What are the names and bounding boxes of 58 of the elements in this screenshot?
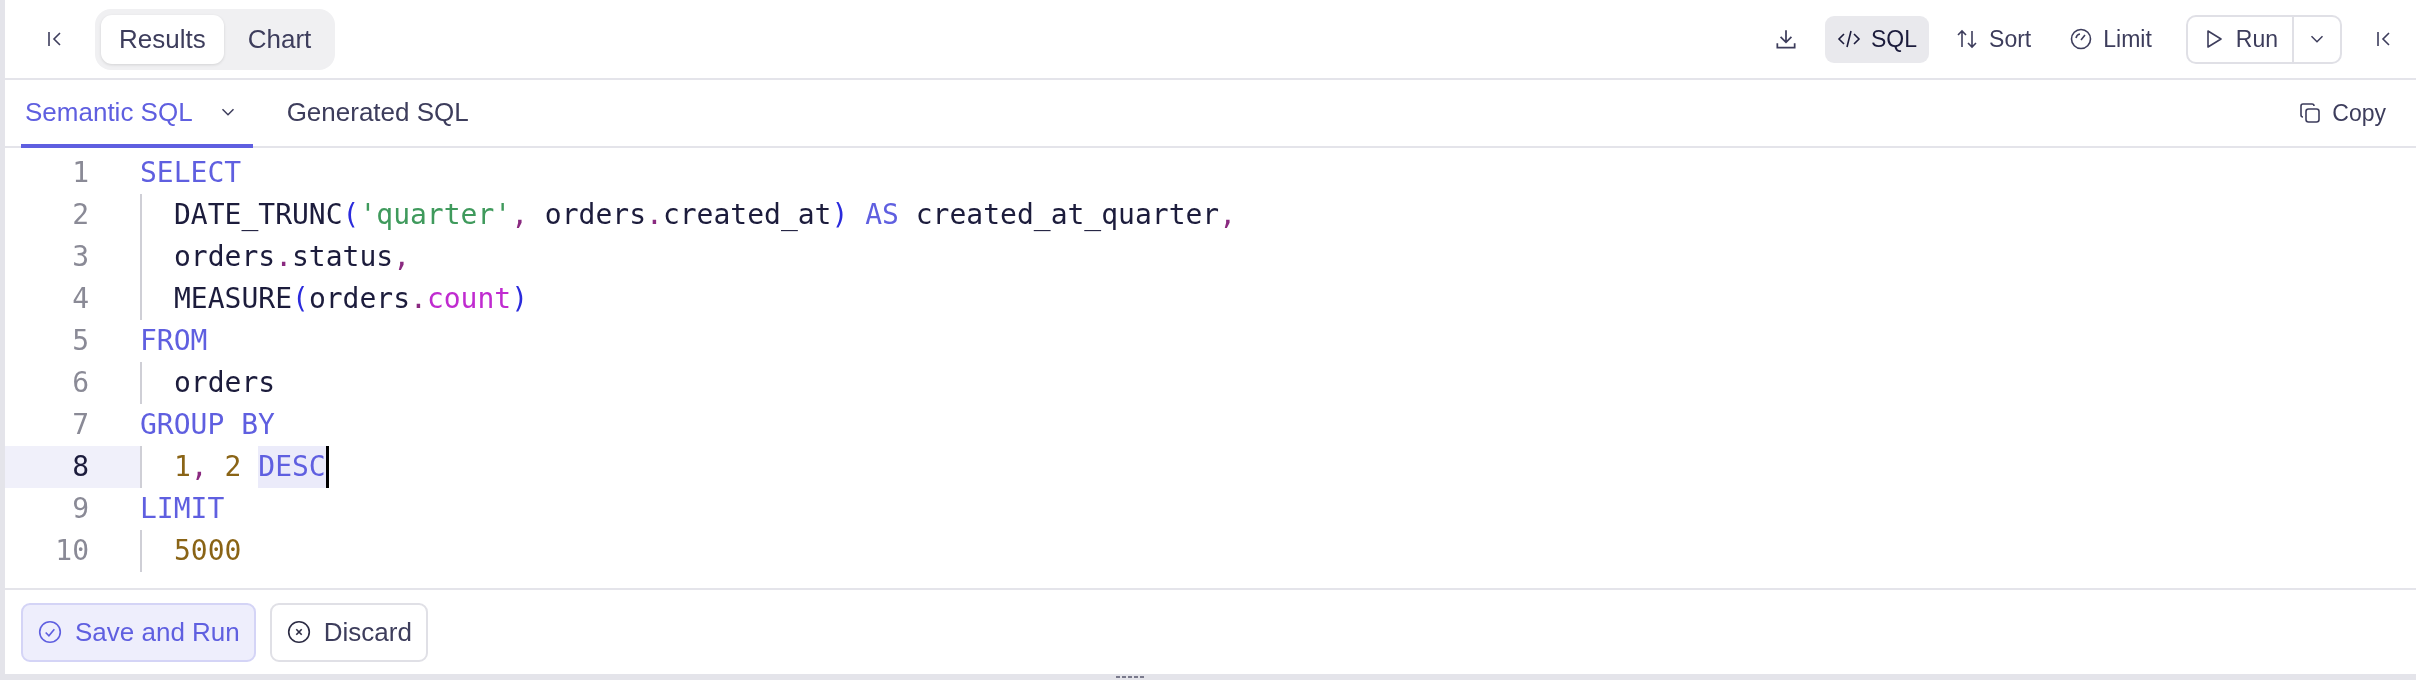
line-number: 10 [54, 533, 90, 569]
line-number: 9 [71, 491, 90, 527]
code-token: , [190, 449, 208, 485]
save-button[interactable]: Save and Run [21, 602, 256, 662]
line-number: 1 [71, 155, 90, 191]
code-token: orders [308, 281, 411, 317]
code-token: DATE_TRUNC [174, 197, 343, 233]
code-token: . [275, 239, 292, 275]
close-circle-icon [285, 619, 312, 645]
code-token: orders [174, 239, 276, 275]
discard-button[interactable]: Discard [269, 602, 428, 662]
code-token: FROM [140, 323, 208, 359]
line-number: 6 [71, 365, 90, 401]
line-number: 8 [5, 446, 140, 488]
code-token: status [292, 239, 394, 275]
line-number: 7 [71, 407, 90, 443]
code-token: 1 [174, 449, 191, 485]
code-token: created_at [662, 197, 832, 233]
line-number: 2 [71, 197, 90, 233]
code-token: orders [174, 365, 276, 401]
code-token: GROUP BY [140, 407, 275, 443]
run-button[interactable]: Run [2187, 16, 2294, 62]
code-token: ) [511, 281, 529, 317]
line-number: 4 [71, 281, 90, 317]
code-token: orders [543, 197, 647, 233]
line-number: 5 [71, 323, 90, 359]
view-tab[interactable]: Results [101, 14, 224, 64]
code-token: , [511, 197, 528, 233]
line-number: 3 [71, 239, 90, 275]
code-token: 5000 [174, 533, 242, 569]
sort-button[interactable]: Sort [1943, 15, 2044, 63]
resize-handle-icon[interactable] [1115, 675, 1146, 679]
copy-button[interactable]: Copy [2298, 80, 2386, 146]
code-token: 2 [223, 449, 243, 485]
copy-icon [2298, 101, 2323, 125]
code-token: created_at_quarter [915, 197, 1220, 233]
view-tab[interactable]: Chart [229, 14, 330, 64]
code-token: ( [342, 197, 360, 233]
limit-button[interactable]: Limit [2057, 15, 2164, 63]
code-token: count [426, 281, 512, 317]
code-token: ( [292, 281, 309, 317]
code-token: DESC [258, 446, 329, 488]
sql-button[interactable]: SQL [1825, 15, 1930, 63]
gauge-icon [2069, 27, 2094, 51]
code-token: ) [831, 197, 849, 233]
code-token: AS [864, 197, 900, 233]
code-token: 'quarter' [359, 197, 512, 233]
code-token: , [1219, 197, 1237, 233]
code-token: LIMIT [140, 491, 225, 527]
editor-tab[interactable]: Generated SQL [282, 80, 473, 148]
code-token: MEASURE [174, 281, 292, 317]
code-token: . [410, 281, 427, 317]
editor-tab[interactable]: Semantic SQL [21, 80, 253, 148]
check-circle-icon [37, 619, 63, 645]
code-token: SELECT [140, 155, 242, 191]
sort-icon [1955, 27, 1980, 51]
code-token: , [393, 239, 411, 275]
code-token: . [646, 197, 663, 233]
